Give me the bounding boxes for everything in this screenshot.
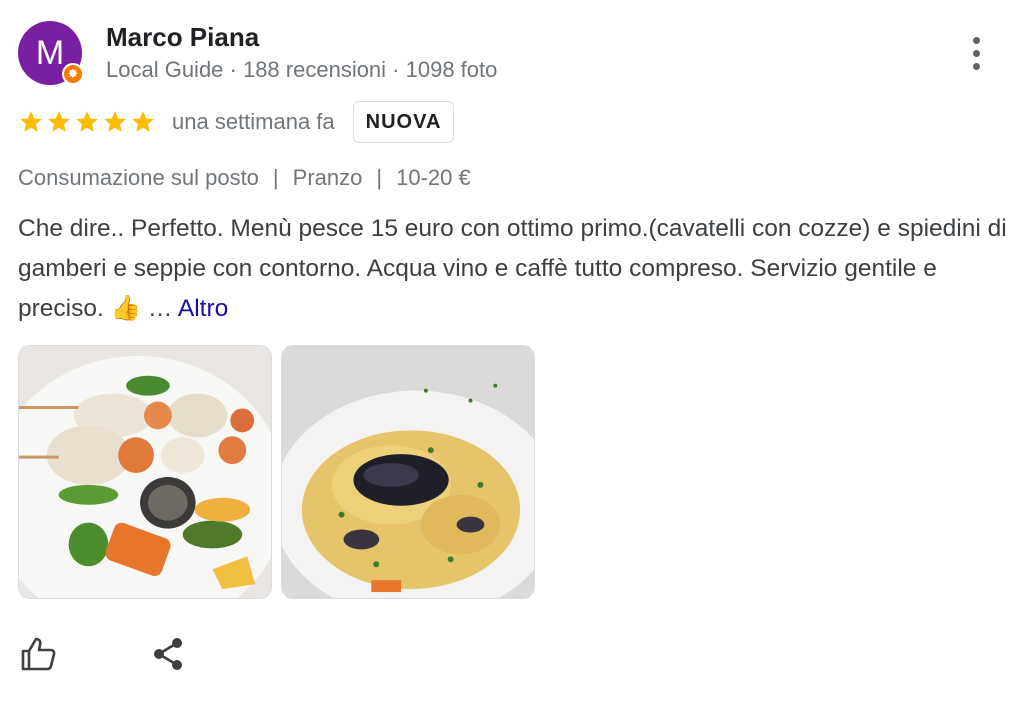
cavatelli-with-mussels-photo[interactable] xyxy=(281,345,535,599)
attribute-separator: | xyxy=(272,165,279,190)
star-icon xyxy=(104,111,126,132)
cavatelli-with-mussels-image xyxy=(282,346,534,598)
local-guide-star-icon: ✸ xyxy=(62,63,84,85)
author-meta: Local Guide · 188 recensioni · 1098 foto xyxy=(106,57,498,82)
star-rating xyxy=(18,109,156,135)
avatar[interactable]: M ✸ xyxy=(18,21,84,85)
attribute-service: Consumazione sul posto xyxy=(18,165,259,190)
attribute-price: 10-20 € xyxy=(396,165,471,190)
star-icon xyxy=(132,111,154,132)
dot-icon xyxy=(972,36,980,44)
review-body: Che dire.. Perfetto. Menù pesce 15 euro … xyxy=(18,215,1007,322)
dot-icon xyxy=(972,49,980,57)
rating-row: una settimana fa NUOVA xyxy=(18,101,455,143)
star-icon xyxy=(48,111,70,132)
share-button[interactable] xyxy=(148,634,188,674)
share-icon xyxy=(154,638,182,670)
more-link[interactable]: Altro xyxy=(178,295,228,322)
review-card: M ✸ Marco Piana Local Guide · 188 recens… xyxy=(0,0,1020,712)
review-date: una settimana fa xyxy=(172,109,335,134)
avatar-letter: M xyxy=(35,34,65,72)
dot-icon xyxy=(972,62,980,70)
grilled-skewers-photo[interactable] xyxy=(18,345,272,599)
review-photos xyxy=(18,345,535,599)
review-attributes: Consumazione sul posto | Pranzo | 10-20 … xyxy=(18,165,471,191)
review-text: Che dire.. Perfetto. Menù pesce 15 euro … xyxy=(18,209,1008,329)
like-button[interactable] xyxy=(18,634,58,674)
new-badge: NUOVA xyxy=(352,101,455,143)
review-actions xyxy=(18,634,188,674)
grilled-skewers-image xyxy=(19,346,271,598)
thumbs-up-icon xyxy=(21,637,56,671)
star-icon xyxy=(76,111,98,132)
author-name[interactable]: Marco Piana xyxy=(106,22,259,53)
more-options-button[interactable] xyxy=(958,32,994,74)
attribute-meal: Pranzo xyxy=(292,165,363,190)
attribute-separator: | xyxy=(376,165,383,190)
star-icon xyxy=(20,111,42,132)
